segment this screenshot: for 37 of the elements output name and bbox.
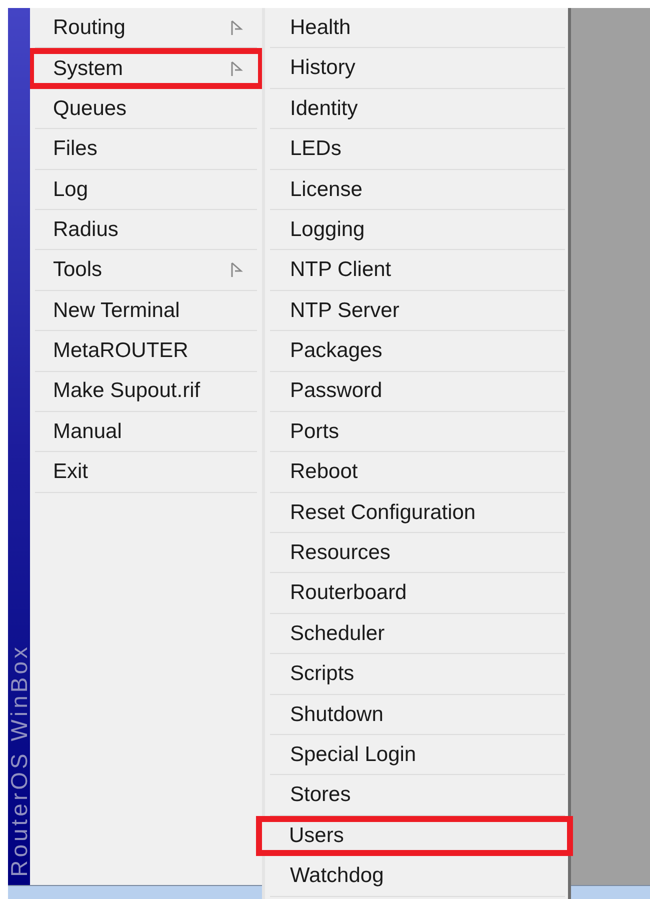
menu-item[interactable]: Scripts bbox=[270, 654, 565, 695]
menu-item[interactable]: LEDs bbox=[270, 129, 565, 170]
menu-item[interactable]: Special Login bbox=[270, 735, 565, 776]
menu-item[interactable]: New Terminal bbox=[35, 290, 257, 332]
menu-item[interactable]: Health bbox=[270, 8, 565, 48]
menu-item[interactable]: System bbox=[30, 48, 262, 89]
menu-item[interactable]: License bbox=[270, 170, 565, 210]
menu-item[interactable]: Reboot bbox=[270, 452, 565, 493]
menu-item[interactable]: Logging bbox=[270, 210, 565, 250]
submenu-arrow-icon bbox=[231, 20, 243, 36]
menu-item[interactable]: Tools bbox=[35, 250, 257, 291]
menu-item[interactable]: Exit bbox=[35, 452, 257, 493]
menu-item[interactable]: Users bbox=[256, 816, 573, 856]
sidebar-label: RouterOS WinBox bbox=[8, 644, 30, 877]
menu-item[interactable]: Ports bbox=[270, 412, 565, 452]
menu-item[interactable]: Queues bbox=[35, 88, 257, 130]
menu-item[interactable]: Routerboard bbox=[270, 573, 565, 614]
menu-item[interactable]: Manual bbox=[35, 412, 257, 452]
submenu-arrow-icon bbox=[231, 60, 243, 77]
menu-item[interactable]: Password bbox=[270, 372, 565, 412]
menu-item[interactable]: Resources bbox=[270, 533, 565, 574]
menu-item[interactable]: Scheduler bbox=[270, 614, 565, 654]
menu-item[interactable]: Log bbox=[35, 170, 257, 210]
menu-item[interactable]: Watchdog bbox=[270, 856, 565, 897]
menu-item[interactable]: Identity bbox=[270, 88, 565, 130]
menu-item[interactable]: NTP Client bbox=[270, 250, 565, 291]
menu-item[interactable]: Make Supout.rif bbox=[35, 372, 257, 412]
menu-item[interactable]: MetaROUTER bbox=[35, 331, 257, 372]
menu-item[interactable]: Routing bbox=[35, 8, 257, 48]
menu-item[interactable]: NTP Server bbox=[270, 290, 565, 332]
menu-item[interactable]: Packages bbox=[270, 331, 565, 372]
menu-item[interactable]: Files bbox=[35, 129, 257, 170]
menu-item[interactable]: Reset Configuration bbox=[270, 492, 565, 534]
submenu-arrow-icon bbox=[231, 262, 243, 278]
menu-item[interactable]: Shutdown bbox=[270, 694, 565, 736]
menu-item[interactable]: History bbox=[270, 48, 565, 89]
menu-item[interactable]: Radius bbox=[35, 210, 257, 250]
